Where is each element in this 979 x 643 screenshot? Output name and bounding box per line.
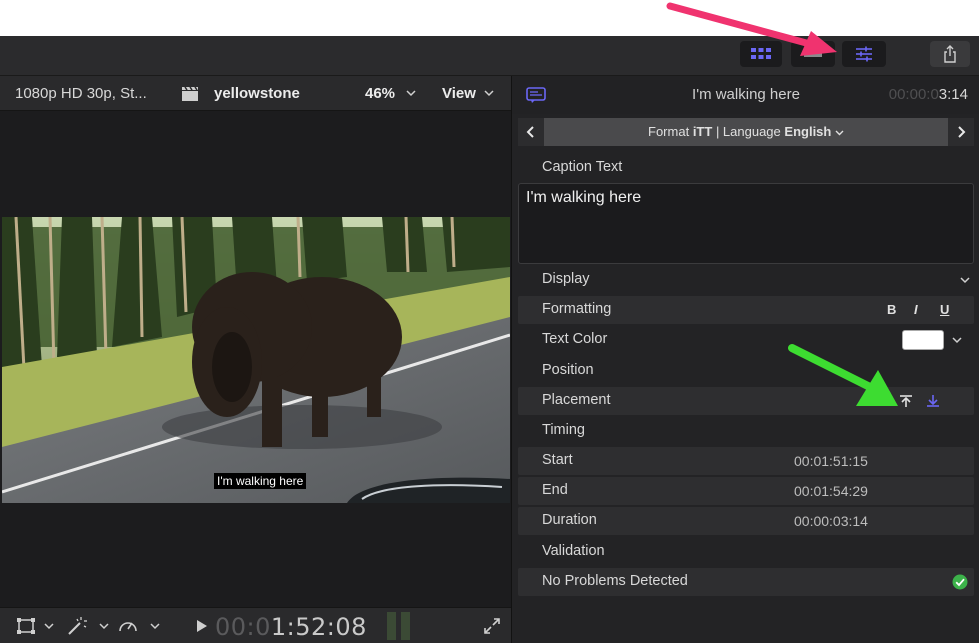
end-row: End 00:01:54:29 — [518, 477, 974, 505]
viewer-timecode: 00:01:52:08 — [215, 613, 367, 641]
formatting-row: Formatting B I U — [518, 296, 974, 324]
chevron-down-icon — [406, 90, 416, 97]
view-menu[interactable]: View — [442, 85, 476, 102]
caption-text-label: Caption Text — [542, 159, 623, 175]
position-label: Position — [542, 362, 594, 378]
viewer-header: 1080p HD 30p, St... yellowstone 46% View — [0, 76, 511, 111]
next-caption-button[interactable] — [948, 118, 974, 146]
start-timecode[interactable]: 00:01:51:15 — [794, 453, 868, 469]
chevron-down-icon — [835, 130, 844, 136]
timing-section: Timing — [518, 417, 974, 445]
viewer-panel: 1080p HD 30p, St... yellowstone 46% View — [0, 76, 511, 643]
duration-timecode[interactable]: 00:00:03:14 — [794, 513, 868, 529]
inspector-duration: 00:00:03:14 — [888, 86, 968, 103]
format-language-bar: Format iTT | Language English — [518, 118, 974, 146]
start-label: Start — [542, 452, 573, 468]
timing-label: Timing — [542, 422, 585, 438]
pink-annotation-arrow — [666, 2, 837, 56]
share-button[interactable] — [930, 41, 970, 67]
clapper-icon — [182, 86, 198, 101]
start-row: Start 00:01:51:15 — [518, 447, 974, 475]
chevron-down-icon[interactable] — [150, 623, 160, 630]
validation-status-row: No Problems Detected — [518, 568, 974, 596]
end-label: End — [542, 482, 568, 498]
caption-text-section: Caption Text — [518, 154, 974, 182]
display-label: Display — [542, 271, 590, 287]
audio-meters — [387, 612, 410, 640]
speedometer-icon[interactable] — [117, 616, 139, 636]
end-timecode[interactable]: 00:01:54:29 — [794, 483, 868, 499]
format-info[interactable]: 1080p HD 30p, St... — [15, 85, 147, 102]
play-icon[interactable] — [196, 619, 208, 633]
format-language-selector[interactable]: Format iTT | Language English — [544, 124, 948, 139]
video-frame[interactable]: I'm walking here — [2, 217, 510, 503]
transform-icon[interactable] — [16, 617, 36, 635]
viewer-footer: 00:01:52:08 — [0, 607, 511, 643]
fullscreen-icon[interactable] — [483, 617, 501, 635]
chevron-down-icon[interactable] — [952, 337, 962, 344]
validation-status: No Problems Detected — [542, 573, 688, 589]
caption-text-field[interactable]: I'm walking here — [518, 183, 974, 264]
sliders-icon — [856, 46, 872, 62]
chevron-down-icon — [484, 90, 494, 97]
chevron-left-icon — [526, 126, 534, 138]
placement-label: Placement — [542, 392, 611, 408]
chevron-down-icon[interactable] — [44, 623, 54, 630]
duration-label: Duration — [542, 512, 597, 528]
text-color-label: Text Color — [542, 331, 608, 347]
chevron-right-icon — [958, 126, 966, 138]
caption-text-value: I'm walking here — [526, 189, 642, 206]
duration-row: Duration 00:00:03:14 — [518, 507, 974, 535]
bold-button[interactable]: B — [887, 302, 896, 317]
italic-button[interactable]: I — [914, 302, 918, 317]
magic-wand-icon[interactable] — [66, 616, 88, 636]
chevron-down-icon — [960, 277, 970, 284]
zoom-level[interactable]: 46% — [365, 85, 395, 102]
formatting-label: Formatting — [542, 301, 612, 317]
green-annotation-arrow — [788, 344, 898, 406]
underline-button[interactable]: U — [940, 302, 949, 317]
validation-section: Validation — [518, 538, 974, 566]
project-name: yellowstone — [214, 85, 300, 102]
display-section[interactable]: Display — [518, 266, 974, 294]
inspector-header: I'm walking here 00:00:03:14 — [512, 76, 979, 114]
caption-overlay: I'm walking here — [214, 473, 307, 489]
checkmark-icon — [952, 574, 968, 590]
validation-label: Validation — [542, 543, 605, 559]
previous-caption-button[interactable] — [518, 118, 544, 146]
chevron-down-icon[interactable] — [99, 623, 109, 630]
share-icon — [944, 45, 956, 63]
bison-video-image — [2, 217, 510, 503]
